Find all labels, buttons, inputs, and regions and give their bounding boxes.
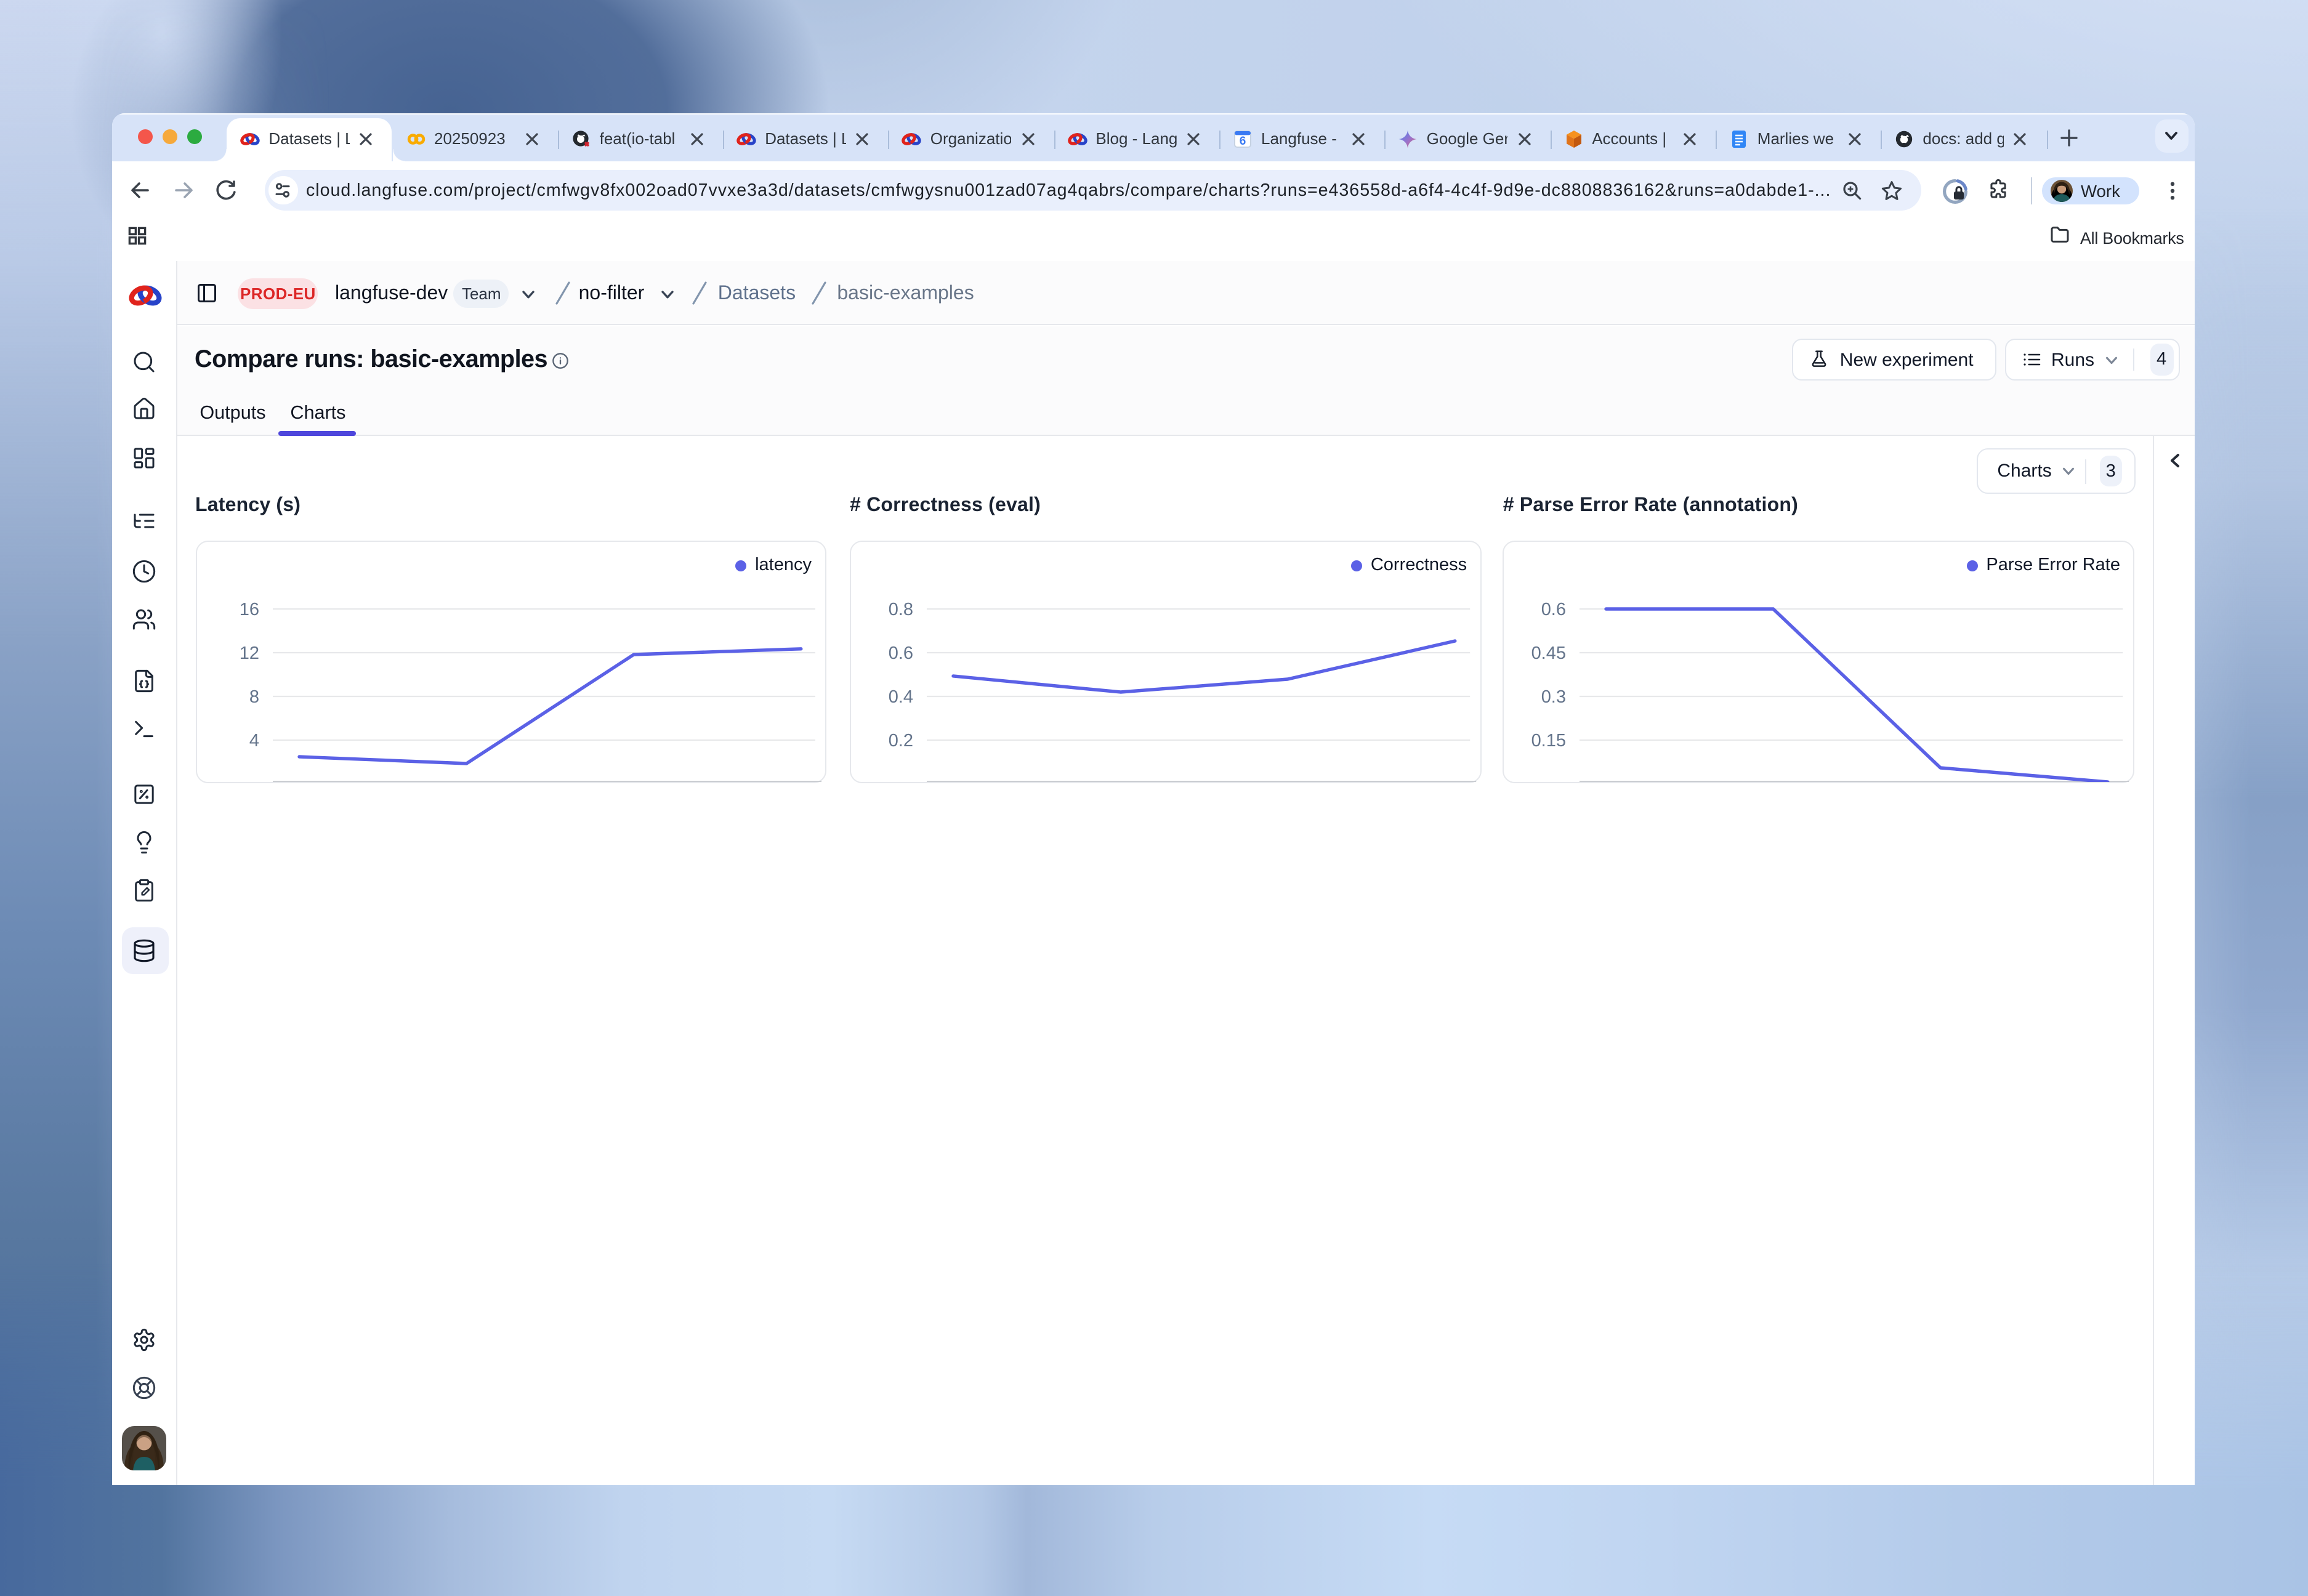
svg-text:0.6: 0.6 (1541, 599, 1566, 619)
svg-text:0.2: 0.2 (889, 730, 913, 750)
svg-text:0.6: 0.6 (889, 643, 913, 663)
svg-text:0.3: 0.3 (1541, 687, 1566, 706)
svg-text:0.4: 0.4 (889, 687, 913, 706)
svg-text:6: 6 (1240, 135, 1246, 148)
svg-text:4: 4 (249, 730, 259, 750)
svg-text:0.15: 0.15 (1531, 730, 1566, 750)
svg-text:12: 12 (239, 643, 259, 663)
svg-text:8: 8 (249, 687, 259, 706)
svg-text:16: 16 (239, 599, 259, 619)
svg-text:0.45: 0.45 (1531, 643, 1566, 663)
svg-text:0.8: 0.8 (889, 599, 913, 619)
